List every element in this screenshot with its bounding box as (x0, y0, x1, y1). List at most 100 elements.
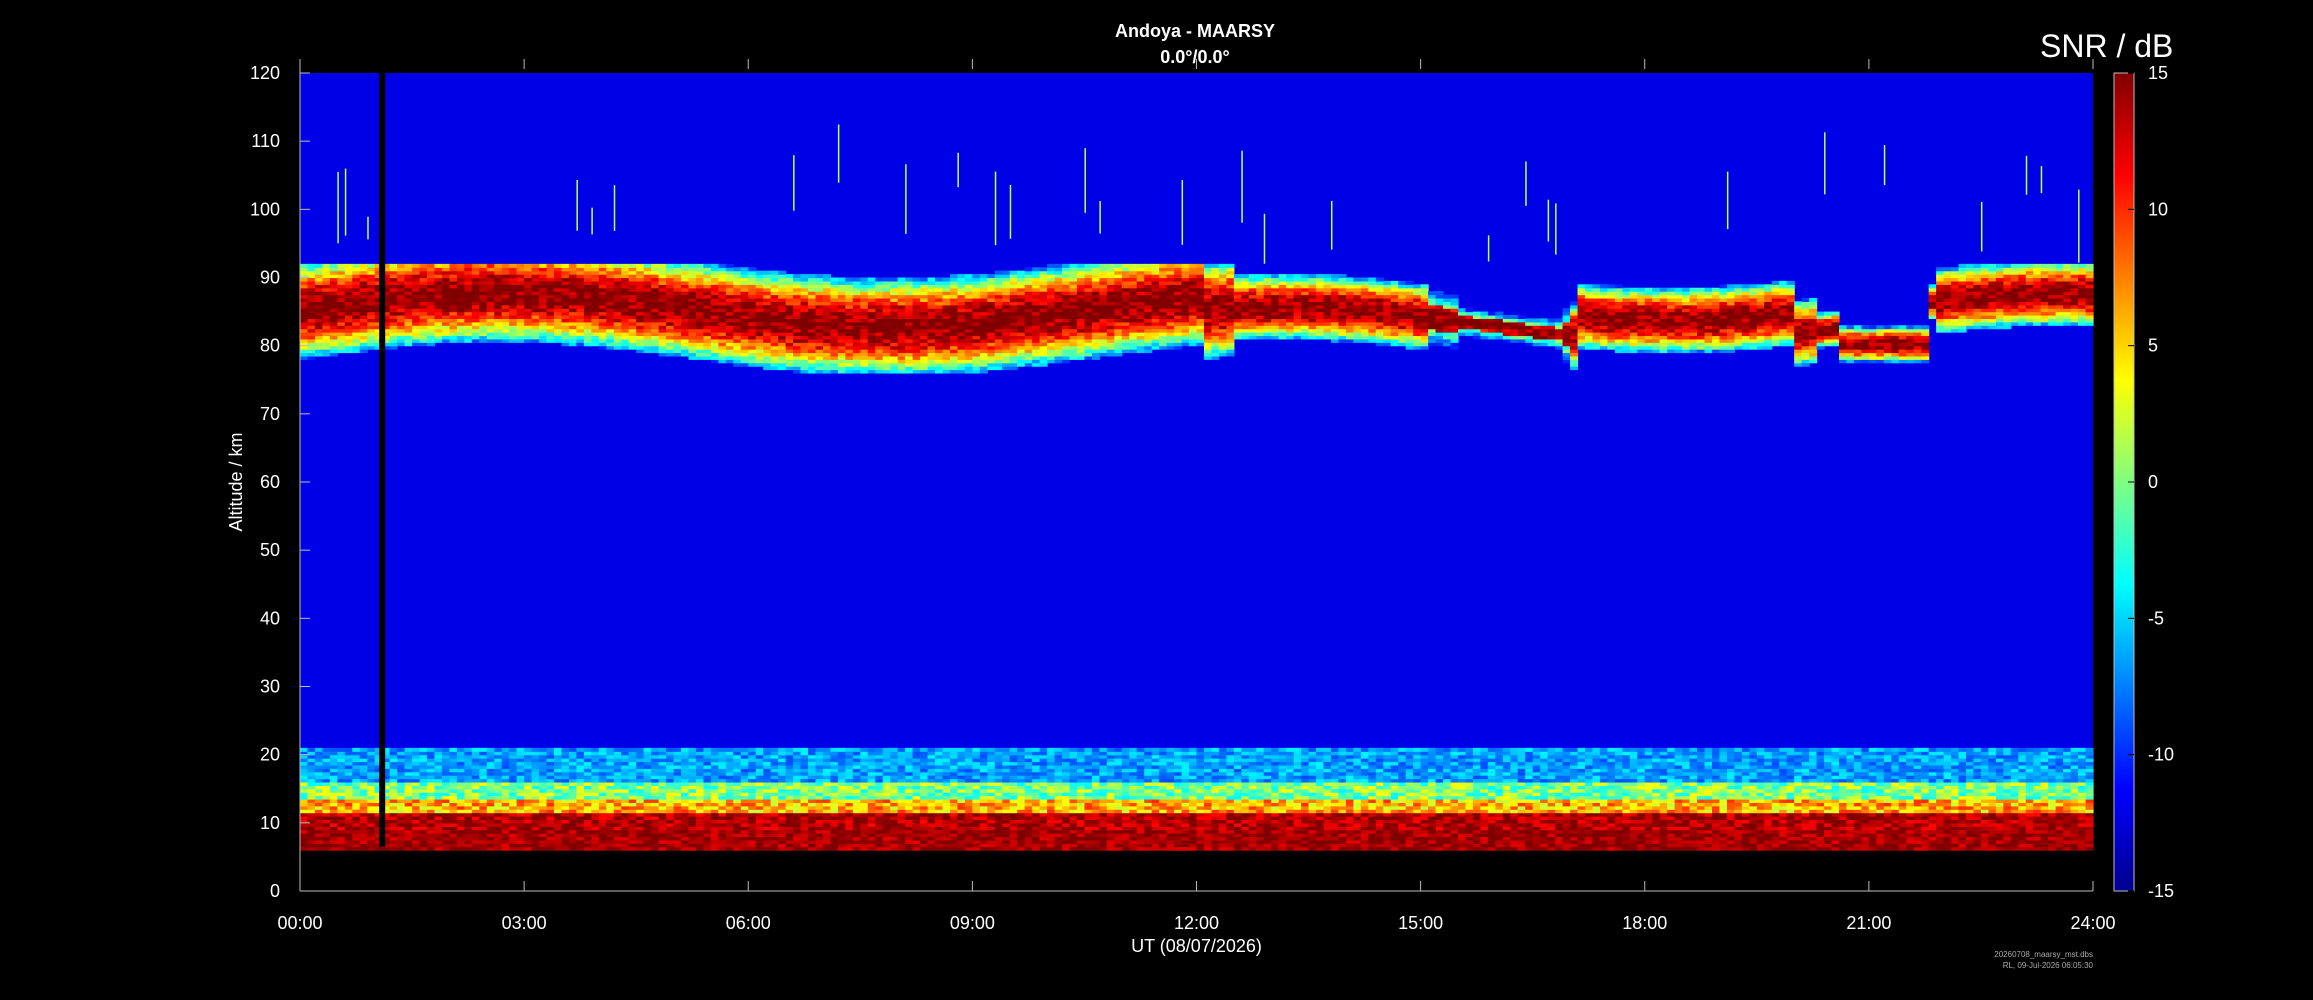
pmse-cell (464, 308, 473, 313)
troposphere-cell (449, 758, 458, 763)
pmse-cell (456, 267, 465, 272)
troposphere-cell (890, 768, 899, 773)
pmse-cell (314, 318, 324, 323)
pmse-cell (830, 362, 839, 367)
pmse-cell (830, 294, 839, 299)
troposphere-cell (703, 781, 712, 786)
troposphere-cell (546, 768, 555, 773)
troposphere-cell (568, 846, 578, 851)
pmse-cell (681, 349, 690, 354)
pmse-cell (322, 311, 331, 316)
troposphere-cell (927, 754, 936, 759)
troposphere-cell (591, 754, 600, 759)
troposphere-cell (486, 764, 495, 769)
pmse-cell (905, 321, 914, 326)
pmse-cell (471, 308, 480, 313)
pmse-cell (688, 297, 697, 302)
troposphere-cell (949, 826, 959, 831)
troposphere-cell (636, 829, 645, 834)
troposphere-cell (710, 761, 719, 766)
troposphere-cell (539, 792, 548, 797)
troposphere-cell (837, 833, 846, 838)
troposphere-cell (695, 822, 705, 827)
pmse-cell (666, 321, 675, 326)
pmse-cell (434, 308, 443, 313)
troposphere-cell (449, 795, 458, 800)
troposphere-cell (464, 785, 473, 790)
pmse-cell (501, 304, 510, 309)
pmse-cell (322, 321, 331, 326)
pmse-cell (658, 325, 667, 330)
pmse-cell (598, 345, 607, 350)
pmse-cell (867, 297, 876, 302)
troposphere-cell (666, 798, 675, 803)
troposphere-cell (441, 816, 451, 821)
pmse-cell (441, 325, 451, 330)
pmse-cell (464, 291, 473, 296)
troposphere-cell (785, 816, 794, 821)
pmse-cell (397, 291, 406, 296)
troposphere-cell (845, 792, 854, 797)
troposphere-cell (352, 795, 361, 800)
troposphere-cell (957, 775, 966, 780)
pmse-cell (845, 355, 854, 360)
pmse-cell (912, 294, 921, 299)
pmse-cell (785, 318, 794, 323)
troposphere-cell (531, 802, 540, 807)
pmse-cell (389, 345, 398, 350)
pmse-cell (793, 304, 802, 309)
pmse-cell (568, 297, 578, 302)
pmse-cell (352, 291, 361, 296)
troposphere-cell (501, 792, 510, 797)
troposphere-cell (636, 768, 645, 773)
pmse-cell (524, 291, 533, 296)
pmse-cell (942, 284, 951, 289)
troposphere-cell (785, 839, 794, 844)
troposphere-cell (314, 839, 324, 844)
pmse-cell (636, 274, 645, 279)
troposphere-cell (845, 768, 854, 773)
troposphere-cell (516, 795, 525, 800)
troposphere-cell (501, 802, 510, 807)
pmse-cell (539, 318, 548, 323)
troposphere-cell (822, 768, 832, 773)
pmse-cell (875, 362, 884, 367)
troposphere-cell (666, 778, 675, 783)
troposphere-cell (658, 843, 667, 848)
troposphere-cell (352, 771, 361, 776)
troposphere-cell (598, 839, 607, 844)
pmse-cell (852, 311, 861, 316)
pmse-cell (710, 321, 719, 326)
troposphere-cell (389, 826, 398, 831)
troposphere-cell (546, 829, 555, 834)
troposphere-cell (314, 764, 324, 769)
pmse-cell (770, 284, 779, 289)
troposphere-cell (905, 798, 914, 803)
pmse-cell (949, 321, 959, 326)
pmse-cell (688, 301, 697, 306)
troposphere-cell (621, 768, 630, 773)
pmse-cell (449, 297, 458, 302)
troposphere-cell (740, 788, 749, 793)
troposphere-cell (471, 843, 480, 848)
troposphere-cell (501, 798, 510, 803)
pmse-cell (725, 263, 734, 268)
troposphere-cell (875, 812, 884, 817)
troposphere-cell (710, 809, 719, 814)
troposphere-cell (344, 781, 353, 786)
troposphere-cell (949, 758, 959, 763)
troposphere-cell (583, 819, 592, 824)
pmse-cell (875, 308, 884, 313)
troposphere-cell (785, 846, 794, 851)
pmse-cell (471, 328, 480, 333)
pmse-cell (927, 355, 936, 360)
pmse-cell (793, 294, 802, 299)
troposphere-cell (516, 819, 525, 824)
troposphere-cell (509, 846, 518, 851)
pmse-cell (852, 369, 861, 374)
troposphere-cell (404, 751, 413, 756)
troposphere-cell (725, 754, 734, 759)
pmse-cell (748, 359, 757, 364)
pmse-cell (471, 311, 480, 316)
troposphere-cell (927, 761, 936, 766)
